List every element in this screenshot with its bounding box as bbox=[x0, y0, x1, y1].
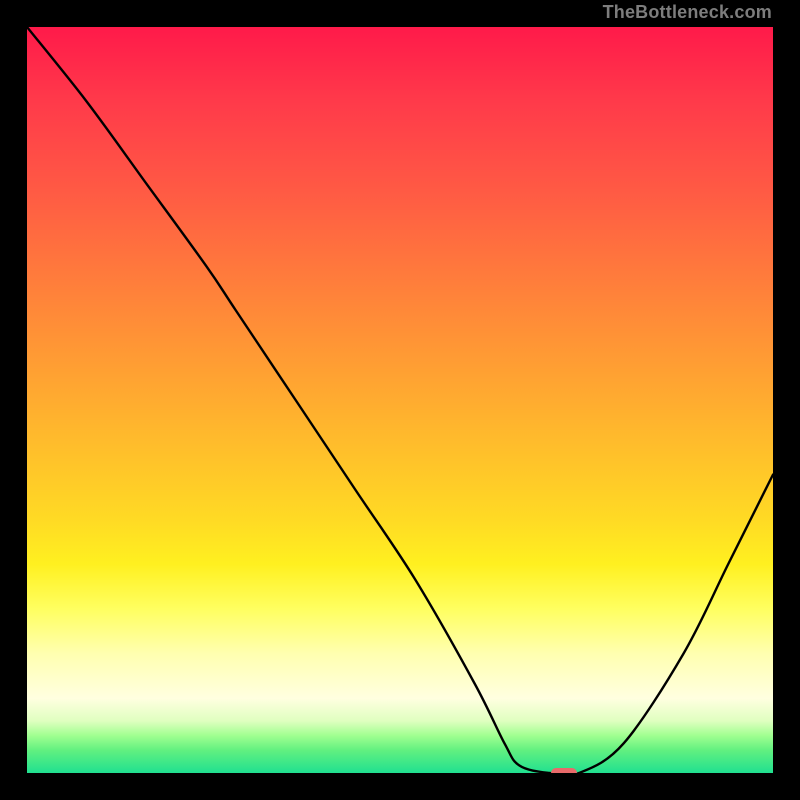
current-point-marker bbox=[551, 768, 577, 773]
chart-container: TheBottleneck.com bbox=[0, 0, 800, 800]
watermark-text: TheBottleneck.com bbox=[603, 2, 772, 23]
bottleneck-curve bbox=[27, 27, 773, 773]
plot-area bbox=[27, 27, 773, 773]
